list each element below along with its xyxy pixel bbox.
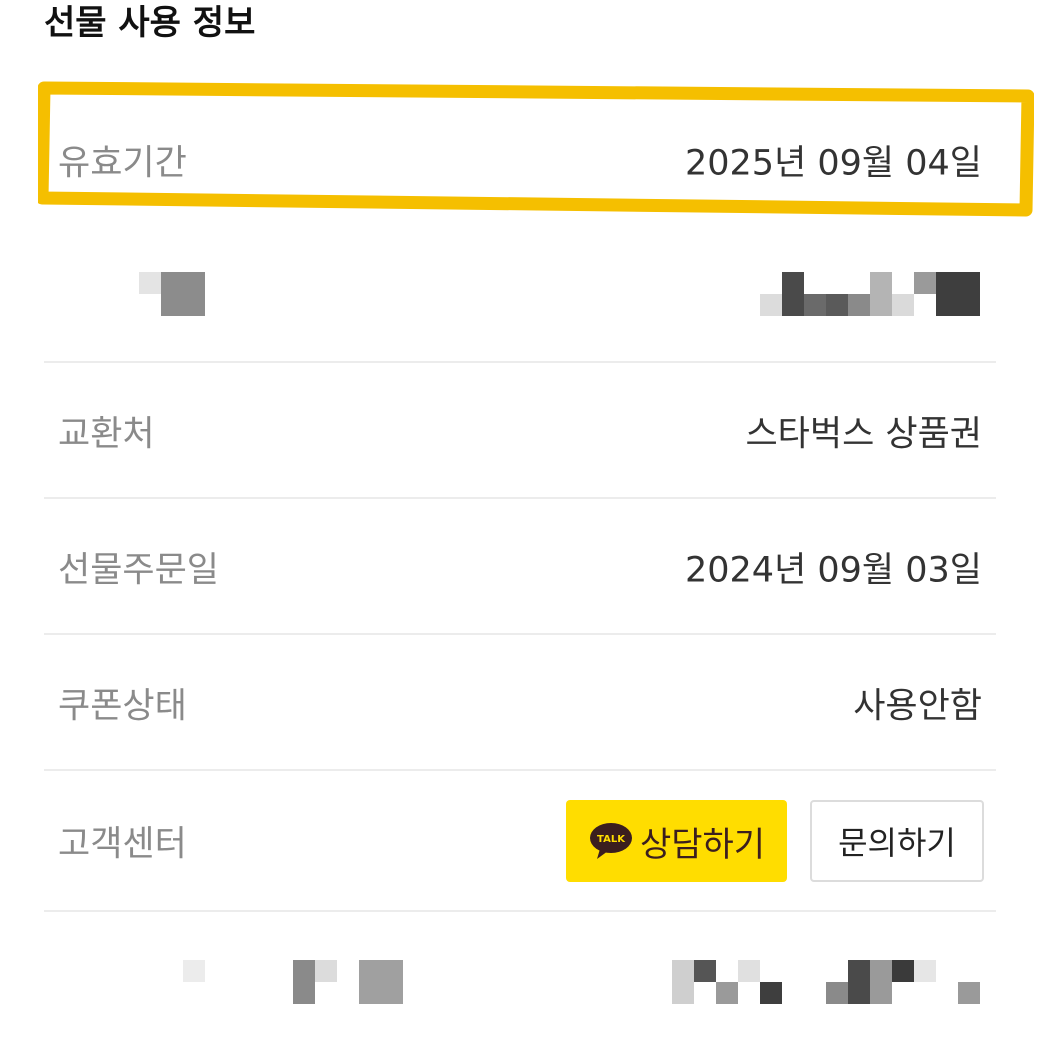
inquiry-button-label: 문의하기 — [838, 824, 956, 862]
expiry-label: 유효기간 — [58, 143, 187, 183]
section-title: 선물 사용 정보 — [44, 3, 256, 43]
coupon-status-label: 쿠폰상태 — [58, 686, 187, 726]
row-expiry: 유효기간 2025년 09월 04일 — [44, 92, 996, 227]
order-date-label: 선물주문일 — [58, 550, 220, 590]
inquiry-button[interactable]: 문의하기 — [810, 800, 984, 882]
row-order-date: 선물주문일 2024년 09월 03일 — [44, 500, 996, 635]
expiry-value: 2025년 09월 04일 — [685, 143, 982, 183]
coupon-status-value: 사용안함 — [853, 686, 982, 726]
row-exchange: 교환처 스타벅스 상품권 — [44, 364, 996, 499]
order-date-value: 2024년 09월 03일 — [685, 550, 982, 590]
customer-center-label: 고객센터 — [58, 824, 187, 865]
kakaotalk-icon: TALK — [588, 821, 634, 861]
exchange-value: 스타벅스 상품권 — [745, 414, 982, 454]
row-coupon-status: 쿠폰상태 사용안함 — [44, 636, 996, 771]
talk-badge-text: TALK — [597, 834, 626, 845]
row-redacted-1 — [44, 228, 996, 363]
exchange-label: 교환처 — [58, 414, 155, 454]
consult-button[interactable]: TALK 상담하기 — [566, 800, 787, 882]
consult-button-label: 상담하기 — [639, 824, 766, 865]
